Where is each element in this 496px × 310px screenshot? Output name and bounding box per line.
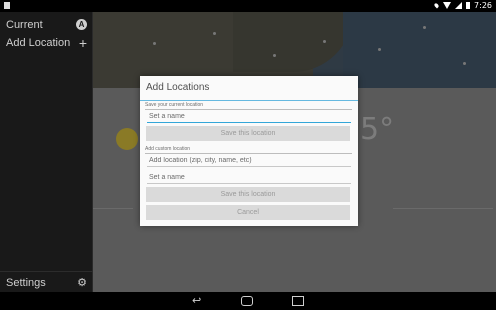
dialog-title: Add Locations	[146, 82, 210, 93]
location-icon	[433, 2, 440, 9]
drawer-divider	[0, 271, 93, 272]
save-custom-location-button[interactable]: Save this location	[146, 187, 350, 202]
recents-icon[interactable]	[292, 296, 304, 306]
sun-icon	[116, 128, 138, 150]
status-icons: 7:26	[433, 1, 492, 10]
current-location-name-field[interactable]	[147, 110, 351, 123]
map-marker	[378, 48, 381, 51]
map-marker	[153, 42, 156, 45]
status-bar: 7:26	[0, 0, 496, 12]
current-location-section-label: Save your current location	[145, 102, 204, 108]
system-navigation-bar: ↩	[0, 292, 496, 310]
add-locations-dialog: Add Locations Save your current location…	[140, 76, 358, 226]
navigation-drawer: Current A Add Location + Settings ⚙	[0, 12, 93, 292]
divider	[93, 208, 133, 209]
temperature-peek: 5°	[360, 112, 395, 147]
map-marker	[273, 54, 276, 57]
drawer-item-label: Settings	[6, 277, 46, 289]
divider	[393, 208, 493, 209]
battery-icon	[466, 2, 471, 9]
custom-location-name-field[interactable]	[147, 171, 351, 184]
home-icon[interactable]	[241, 296, 253, 306]
gear-icon[interactable]: ⚙	[77, 277, 87, 289]
dialog-title-divider	[140, 100, 358, 101]
drawer-item-add-location[interactable]: Add Location +	[0, 34, 93, 52]
wifi-icon	[443, 2, 452, 9]
map-marker	[423, 26, 426, 29]
save-current-location-button[interactable]: Save this location	[146, 126, 350, 141]
map-marker	[213, 32, 216, 35]
map-terrain	[233, 12, 353, 72]
plus-icon[interactable]: +	[79, 36, 87, 50]
notification-icon	[4, 2, 10, 9]
clock: 7:26	[474, 1, 492, 10]
drawer-item-current[interactable]: Current A	[0, 16, 93, 34]
map-marker	[323, 40, 326, 43]
custom-location-section-label: Add custom location	[145, 146, 191, 152]
map-marker	[463, 62, 466, 65]
signal-icon	[455, 2, 463, 9]
map-water	[343, 12, 496, 88]
custom-location-field[interactable]	[147, 154, 351, 167]
gps-icon: A	[76, 19, 87, 30]
back-icon[interactable]: ↩	[192, 295, 201, 307]
drawer-item-label: Add Location	[6, 37, 71, 49]
drawer-item-label: Current	[6, 19, 43, 31]
cancel-button[interactable]: Cancel	[146, 205, 350, 220]
drawer-item-settings[interactable]: Settings ⚙	[0, 274, 93, 292]
